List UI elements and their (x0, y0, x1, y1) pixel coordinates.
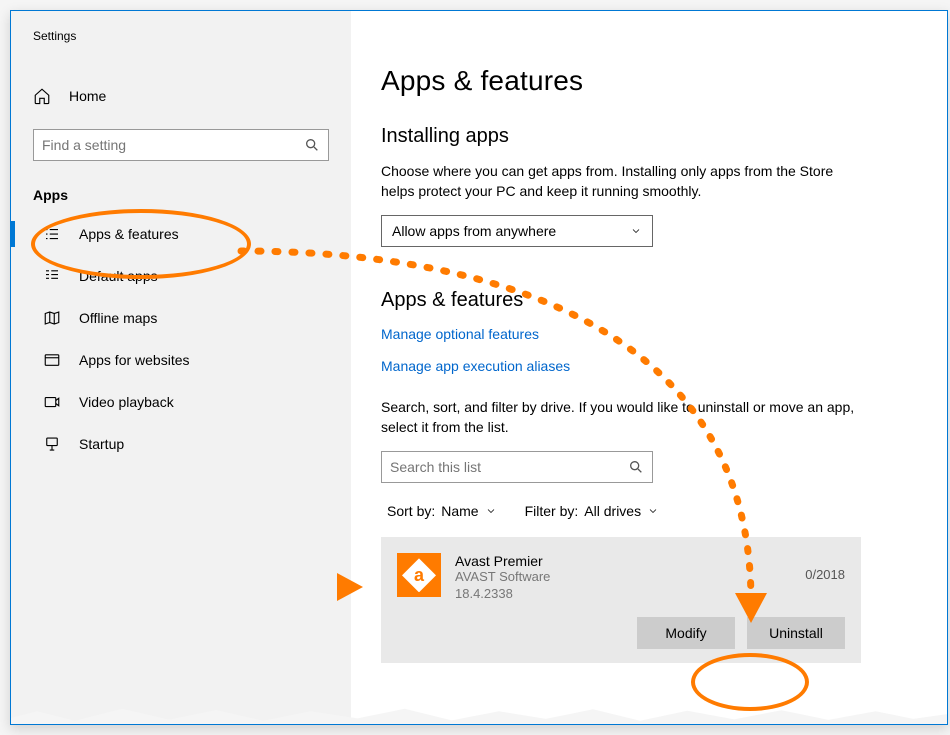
nav-startup[interactable]: Startup (11, 423, 351, 465)
nav-apps-features[interactable]: Apps & features (11, 213, 351, 255)
list-icon (43, 225, 61, 243)
manage-optional-link[interactable]: Manage optional features (381, 326, 907, 342)
manage-aliases-link[interactable]: Manage app execution aliases (381, 358, 907, 374)
nav-apps-websites[interactable]: Apps for websites (11, 339, 351, 381)
home-icon (33, 87, 51, 105)
page-title: Apps & features (381, 65, 907, 97)
settings-window: Settings Home Apps Apps & features Defau… (10, 10, 948, 725)
install-source-dropdown[interactable]: Allow apps from anywhere (381, 215, 653, 247)
sort-control[interactable]: Sort by: Name (387, 503, 497, 519)
main-content: Apps & features Installing apps Choose w… (351, 11, 947, 724)
filter-label: Filter by: (525, 503, 579, 519)
nav-label: Offline maps (79, 310, 157, 326)
apps-search-input[interactable] (390, 459, 628, 475)
sidebar-section-title: Apps (11, 187, 351, 213)
sort-value: Name (441, 503, 478, 519)
startup-icon (43, 435, 61, 453)
sidebar: Settings Home Apps Apps & features Defau… (11, 11, 351, 724)
app-install-date: 0/2018 (805, 553, 845, 603)
app-list-item[interactable]: a Avast Premier AVAST Software 18.4.2338… (381, 537, 861, 663)
installing-description: Choose where you can get apps from. Inst… (381, 162, 861, 201)
map-icon (43, 309, 61, 327)
chevron-down-icon (485, 505, 497, 517)
uninstall-button[interactable]: Uninstall (747, 617, 845, 649)
websites-icon (43, 351, 61, 369)
app-name: Avast Premier (455, 553, 550, 569)
home-nav[interactable]: Home (11, 79, 351, 113)
nav-offline-maps[interactable]: Offline maps (11, 297, 351, 339)
modify-button[interactable]: Modify (637, 617, 735, 649)
settings-search[interactable] (33, 129, 329, 161)
installing-heading: Installing apps (381, 125, 907, 148)
video-icon (43, 393, 61, 411)
nav-label: Apps & features (79, 226, 179, 242)
nav-label: Default apps (79, 268, 158, 284)
filter-row: Sort by: Name Filter by: All drives (381, 503, 907, 519)
apps-search[interactable] (381, 451, 653, 483)
avast-app-icon: a (397, 553, 441, 597)
nav-label: Apps for websites (79, 352, 190, 368)
sort-label: Sort by: (387, 503, 435, 519)
settings-search-input[interactable] (42, 137, 304, 153)
search-description: Search, sort, and filter by drive. If yo… (381, 398, 861, 437)
search-icon (628, 459, 644, 475)
window-title: Settings (11, 29, 351, 43)
dropdown-value: Allow apps from anywhere (392, 223, 556, 239)
app-vendor: AVAST Software (455, 569, 550, 586)
chevron-down-icon (630, 225, 642, 237)
home-label: Home (69, 88, 106, 104)
nav-label: Startup (79, 436, 124, 452)
nav-default-apps[interactable]: Default apps (11, 255, 351, 297)
apps-features-heading: Apps & features (381, 289, 907, 312)
app-version: 18.4.2338 (455, 586, 550, 603)
defaults-icon (43, 267, 61, 285)
nav-label: Video playback (79, 394, 174, 410)
nav-video-playback[interactable]: Video playback (11, 381, 351, 423)
filter-control[interactable]: Filter by: All drives (525, 503, 659, 519)
filter-value: All drives (584, 503, 641, 519)
chevron-down-icon (647, 505, 659, 517)
search-icon (304, 137, 320, 153)
